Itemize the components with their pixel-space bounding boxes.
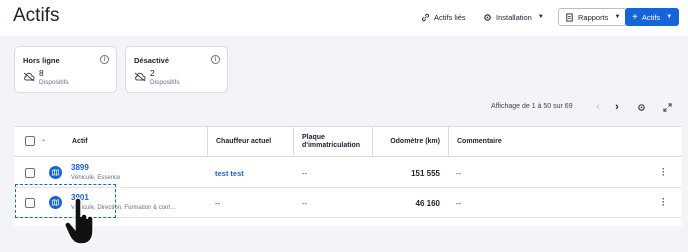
add-assets-button[interactable]: + Actifs ▼ <box>625 8 680 26</box>
info-icon[interactable]: i <box>211 55 220 64</box>
column-header-comment[interactable]: Commentaire <box>448 127 648 157</box>
table-header: ⌄ Actif Chauffeur actuel Plaque d'immatr… <box>14 127 682 157</box>
plus-icon: + <box>632 11 638 23</box>
chevron-down-icon: ▼ <box>666 14 673 20</box>
cloud-off-icon <box>23 72 35 82</box>
installation-dropdown[interactable]: Installation ▼ <box>483 8 544 26</box>
card-subtitle: Dispositifs <box>150 79 180 86</box>
page-title: Actifs <box>13 5 60 26</box>
row-menu-icon[interactable]: · · · <box>662 195 665 210</box>
settings-icon[interactable] <box>637 103 646 112</box>
gear-icon <box>484 13 491 21</box>
reports-dropdown[interactable]: Rapports ▼ <box>558 8 628 26</box>
linked-assets-label: Actifs liés <box>434 12 466 22</box>
link-icon <box>421 13 430 21</box>
plate-value: -- <box>302 169 307 178</box>
reports-label: Rapports <box>578 12 609 22</box>
next-page-icon[interactable]: › <box>611 101 623 113</box>
odometer-value: 46 160 <box>415 199 440 208</box>
driver-value: -- <box>215 199 220 208</box>
column-header-odometer[interactable]: Odomètre (km) <box>372 127 448 157</box>
card-title: Désactivé <box>134 56 170 65</box>
row-checkbox[interactable] <box>25 168 35 178</box>
expand-icon[interactable] <box>663 103 672 112</box>
odometer-value: 151 555 <box>411 169 440 178</box>
asset-id-link[interactable]: 3899 <box>71 163 89 172</box>
map-icon <box>52 169 59 176</box>
report-icon <box>566 12 573 22</box>
asset-description: Véhicule, Essence <box>71 175 121 181</box>
row-menu-icon[interactable]: · · · <box>662 165 665 180</box>
installation-label: Installation <box>496 12 532 22</box>
deactivated-card[interactable]: Désactivé i 2 Dispositifs <box>125 46 228 93</box>
hand-pointer-icon <box>64 197 94 245</box>
chevron-down-icon[interactable]: ⌄ <box>41 136 46 143</box>
select-all-checkbox[interactable] <box>25 136 35 146</box>
column-header-asset[interactable]: Actif <box>72 127 207 157</box>
info-icon[interactable]: i <box>100 55 109 64</box>
top-bar: Actifs Actifs liés Installation ▼ Rappor… <box>0 0 688 36</box>
add-assets-label: Actifs <box>641 12 661 22</box>
driver-link[interactable]: test test <box>215 169 244 178</box>
card-count: 2 <box>150 68 155 78</box>
chevron-down-icon: ▼ <box>537 14 544 20</box>
plate-value: -- <box>302 199 307 208</box>
chevron-down-icon: ▼ <box>614 14 621 20</box>
card-title: Hors ligne <box>23 56 60 65</box>
linked-assets-button[interactable]: Actifs liés <box>421 8 466 26</box>
plate-header-line2: d'immatriculation <box>302 142 361 149</box>
card-subtitle: Dispositifs <box>39 79 69 86</box>
pagination-summary: Affichage de 1 à 50 sur 69 <box>491 103 573 110</box>
asset-avatar <box>49 166 62 179</box>
column-header-plate[interactable]: Plaque d'immatriculation <box>293 127 372 157</box>
plate-header-line1: Plaque <box>302 133 325 141</box>
previous-page-icon[interactable]: ‹ <box>592 101 604 113</box>
offline-card[interactable]: Hors ligne i 8 Dispositifs <box>14 46 117 93</box>
card-count: 8 <box>39 68 44 78</box>
comment-value: -- <box>456 169 461 178</box>
column-header-driver[interactable]: Chauffeur actuel <box>207 127 293 157</box>
comment-value: -- <box>456 199 461 208</box>
cloud-off-icon <box>134 72 146 82</box>
